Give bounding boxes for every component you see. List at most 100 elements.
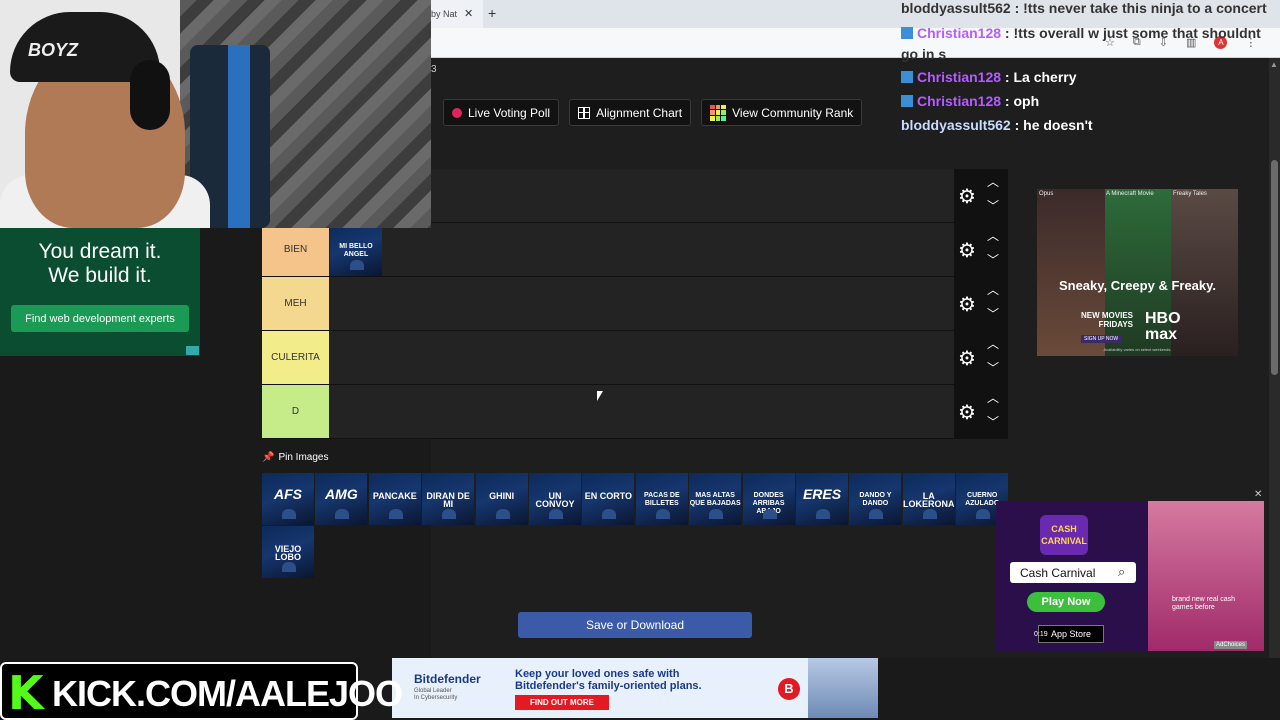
thumbnail-figure [655,509,670,519]
chevron-up-icon[interactable]: ︿ [987,227,999,244]
pin-icon: 📌 [262,452,275,463]
ad-movie-title-1: Opus [1039,191,1054,197]
gear-icon[interactable]: ⚙ [958,400,976,425]
pool-item-thumbnail[interactable]: MAS ALTAS QUE BAJADAS [689,473,742,525]
find-out-more-button[interactable]: FIND OUT MORE [515,695,609,710]
ad-family-photo [808,658,878,718]
chevron-down-icon[interactable]: ﹀ [987,251,999,268]
cash-carnival-ad[interactable]: CASH CARNIVAL Cash Carnival ⌕ Play Now A… [996,501,1264,651]
pool-item-thumbnail[interactable]: PANCAKE [368,473,421,525]
chevron-up-icon[interactable]: ︿ [987,173,999,190]
play-now-button[interactable]: Play Now [1027,592,1105,612]
ad-choices-icon[interactable] [186,346,199,355]
chat-badge-icon [901,71,913,83]
thumbnail-figure [388,509,403,519]
chat-message: Christian128 : La cherry [901,69,1077,85]
ad-search-box[interactable]: Cash Carnival ⌕ [1010,562,1136,583]
tier-label[interactable]: CULERITA [262,331,329,384]
ad-brand: Bitdefender [414,672,481,686]
gear-icon[interactable]: ⚙ [958,292,976,317]
page-counter: 3 [431,64,437,75]
alignment-chart-label: Alignment Chart [596,105,683,120]
tier-drop-zone[interactable] [329,331,954,384]
pool-item-thumbnail[interactable]: GHINI [475,473,528,525]
close-icon[interactable]: ✕ [1254,489,1262,500]
chevron-up-icon[interactable]: ︿ [987,335,999,352]
pool-item-thumbnail[interactable]: DIRAN DE MI [422,473,475,525]
ad-headline-line-1: You dream it. [38,240,162,263]
pool-item-thumbnail[interactable]: AMG [315,473,368,525]
tier-controls: ⚙ ︿ ﹀ [954,223,1008,276]
pool-item-thumbnail[interactable]: ERES [796,473,848,525]
kick-banner: K KICK.COM/AALEJOO [0,662,403,720]
bitdefender-logo: B [778,678,800,700]
gear-icon[interactable]: ⚙ [958,238,976,263]
tier-controls: ⚙ ︿ ﹀ [954,169,1008,222]
chat-username: Christian128 [917,25,1002,41]
chat-message: Christian128 : !tts overall w just some … [901,23,1273,65]
tier-label[interactable]: D [262,385,329,438]
thumbnail-figure [549,509,563,519]
pool-item-thumbnail[interactable]: PACAS DE BILLETES [635,473,688,525]
ad-cta-button[interactable]: Find web development experts [11,305,189,332]
chat-text: : !tts never take this ninja to a concer… [1010,0,1267,16]
gear-icon[interactable]: ⚙ [958,346,976,371]
pool-item-thumbnail[interactable]: DANDO Y DANDO [849,473,902,525]
chevron-up-icon[interactable]: ︿ [987,389,999,406]
thumbnail-label: ERES [802,486,842,502]
kick-url: KICK.COM/AALEJOO [52,673,403,714]
save-download-button[interactable]: Save or Download [518,612,752,638]
chevron-down-icon[interactable]: ﹀ [987,197,999,214]
tier-label[interactable]: MEH [262,277,329,330]
gear-icon[interactable]: ⚙ [958,184,976,209]
bitdefender-ad[interactable]: Bitdefender Global Leader In Cybersecuri… [392,658,878,718]
community-rank-label: View Community Rank [732,105,854,120]
ad-headline: You dream it. We build it. [0,240,200,288]
tier-controls: ⚙ ︿ ﹀ [954,331,1008,384]
pool-item-thumbnail[interactable]: UN CONVOY [529,473,581,525]
tier-drop-zone[interactable] [329,223,954,276]
cap-text: BOYZ [28,40,79,60]
tier-drop-zone[interactable] [329,277,954,330]
alignment-chart-button[interactable]: Alignment Chart [569,99,692,126]
tier-controls: ⚙ ︿ ﹀ [954,277,1008,330]
hbo-max-ad[interactable]: Opus A Minecraft Movie Freaky Tales Snea… [1037,189,1238,356]
live-voting-button[interactable]: Live Voting Poll [443,99,560,126]
pool-item-thumbnail[interactable]: AFS [262,473,314,525]
pool-item-thumbnail[interactable]: VIEJO LOBO [262,526,314,578]
chevron-down-icon[interactable]: ﹀ [987,305,999,322]
ad-headline-2: Bitdefender's family-oriented plans. [515,680,702,692]
tab-title: by Nat [431,9,458,19]
tab-close-icon[interactable]: ✕ [464,7,473,20]
chevron-down-icon[interactable]: ﹀ [987,413,999,430]
ad-tagline: Sneaky, Creepy & Freaky. [1058,278,1217,293]
tier-item-thumbnail[interactable]: MI BELLO ANGEL [330,224,382,276]
new-tab-icon[interactable]: + [488,5,496,21]
thumbnail-figure [602,509,617,519]
pin-images-toggle[interactable]: 📌 Pin Images [262,452,328,463]
web-dev-ad[interactable]: You dream it. We build it. Find web deve… [0,228,200,356]
tier-row-culerita: CULERITA ⚙ ︿ ﹀ [262,331,1008,385]
chevron-down-icon[interactable]: ﹀ [987,359,999,376]
browser-tab[interactable]: by Nat [431,0,483,28]
tier-drop-zone[interactable] [329,385,954,438]
ad-brand-sub-1: Global Leader [414,688,452,694]
thumbnail-label: AFS [274,486,302,502]
ad-signup-button[interactable]: SIGN UP NOW [1081,335,1122,343]
scrollbar-thumb[interactable] [1271,160,1278,375]
chat-username: bloddyassult562 [901,117,1011,133]
pool-item-thumbnail[interactable]: LA LOKERONA [902,473,955,525]
thumbnail-label: DIRAN DE MI [426,491,470,509]
grid-icon [578,106,591,119]
community-rank-button[interactable]: View Community Rank [701,99,863,126]
hbo-max-logo: HBO max [1145,311,1181,343]
adchoices-badge[interactable]: AdChoices [1214,641,1248,649]
pool-item-thumbnail[interactable]: EN CORTO [582,473,635,525]
pool-item-thumbnail[interactable]: DONDES ARRIBAS ABAJO [742,473,795,525]
screen: by Nat ✕ + ☆ ⧉ ⇩ ▥ A ⋮ 3 ▲ Live Voting P… [0,0,1280,720]
tier-label[interactable]: BIEN [262,223,329,276]
thumbnail-figure [922,509,937,519]
tier-row-meh: MEH ⚙ ︿ ﹀ [262,277,1008,331]
chevron-up-icon[interactable]: ︿ [987,281,999,298]
chat-overlay: bloddyassult562 : !tts never take this n… [901,0,1280,140]
